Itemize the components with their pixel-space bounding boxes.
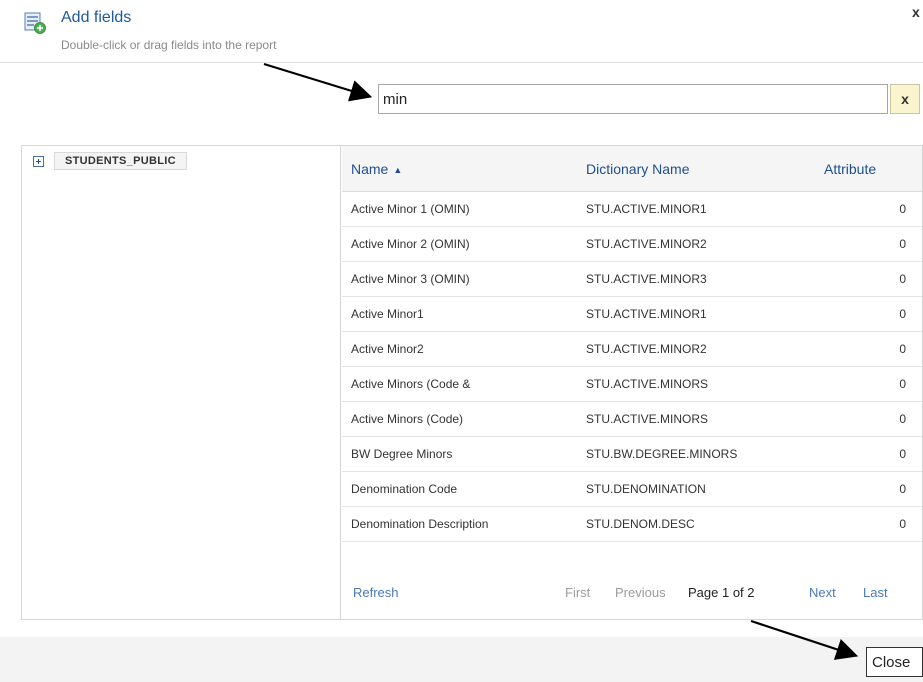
pager: Refresh First Previous Page 1 of 2 Next …	[342, 585, 922, 613]
table-row[interactable]: Active Minors (Code) STU.ACTIVE.MINORS 0	[342, 402, 922, 437]
cell-dictionary-name: STU.ACTIVE.MINOR1	[586, 307, 707, 321]
cell-dictionary-name: STU.BW.DEGREE.MINORS	[586, 447, 738, 461]
expand-plus-icon[interactable]	[33, 155, 44, 167]
arrow-to-search	[263, 62, 373, 102]
sort-ascending-icon: ▲	[393, 165, 403, 175]
table-row[interactable]: BW Degree Minors STU.BW.DEGREE.MINORS 0	[342, 437, 922, 472]
search-input[interactable]	[379, 85, 887, 113]
next-page-link[interactable]: Next	[809, 585, 836, 600]
cell-name: Active Minor 3 (OMIN)	[351, 272, 470, 286]
table-row[interactable]: Active Minors (Code & STU.ACTIVE.MINORS 0	[342, 367, 922, 402]
cell-name: Denomination Description	[351, 517, 489, 531]
tree-node-label[interactable]: STUDENTS_PUBLIC	[54, 152, 187, 170]
cell-name: Active Minor1	[351, 307, 424, 321]
grid-body: Active Minor 1 (OMIN) STU.ACTIVE.MINOR1 0 A…	[342, 192, 922, 542]
fields-grid: Name ▲ Dictionary Name Attribute Active M…	[342, 146, 922, 542]
cell-attribute: 0	[899, 447, 906, 461]
header-divider	[0, 62, 923, 63]
table-row[interactable]: Active Minor1 STU.ACTIVE.MINOR1 0	[342, 297, 922, 332]
cell-name: Active Minors (Code)	[351, 412, 464, 426]
table-row[interactable]: Active Minor 3 (OMIN) STU.ACTIVE.MINOR3 0	[342, 262, 922, 297]
cell-name: Active Minor2	[351, 342, 424, 356]
refresh-link[interactable]: Refresh	[353, 585, 399, 600]
tree-pane: STUDENTS_PUBLIC	[21, 145, 341, 620]
cell-attribute: 0	[899, 307, 906, 321]
close-button[interactable]: Close	[866, 647, 923, 677]
table-row[interactable]: Denomination Description STU.DENOM.DESC 0	[342, 507, 922, 542]
cell-name: Active Minor 1 (OMIN)	[351, 202, 470, 216]
table-row[interactable]: Active Minor 2 (OMIN) STU.ACTIVE.MINOR2 0	[342, 227, 922, 262]
column-header-dictionary-name[interactable]: Dictionary Name	[586, 161, 689, 177]
clear-search-button[interactable]: x	[890, 84, 920, 114]
cell-name: Denomination Code	[351, 482, 458, 496]
cell-dictionary-name: STU.ACTIVE.MINORS	[586, 377, 709, 391]
cell-attribute: 0	[899, 517, 906, 531]
cell-attribute: 0	[899, 272, 906, 286]
cell-dictionary-name: STU.ACTIVE.MINOR2	[586, 342, 707, 356]
first-page-link: First	[565, 585, 591, 600]
cell-dictionary-name: STU.ACTIVE.MINOR1	[586, 202, 707, 216]
dialog-subtitle: Double-click or drag fields into the rep…	[61, 38, 277, 52]
cell-name: BW Degree Minors	[351, 447, 453, 461]
cell-attribute: 0	[899, 202, 906, 216]
cell-attribute: 0	[899, 412, 906, 426]
previous-page-link: Previous	[615, 585, 666, 600]
cell-attribute: 0	[899, 482, 906, 496]
add-fields-icon	[24, 12, 46, 34]
page-info: Page 1 of 2	[688, 585, 755, 600]
cell-attribute: 0	[899, 377, 906, 391]
cell-name: Active Minor 2 (OMIN)	[351, 237, 470, 251]
table-row[interactable]: Active Minor 1 (OMIN) STU.ACTIVE.MINOR1 0	[342, 192, 922, 227]
cell-attribute: 0	[899, 237, 906, 251]
grid-header: Name ▲ Dictionary Name Attribute	[342, 146, 922, 192]
column-header-name[interactable]: Name ▲	[351, 161, 402, 177]
close-icon[interactable]: x	[912, 4, 920, 20]
column-header-attribute[interactable]: Attribute	[824, 161, 876, 177]
cell-dictionary-name: STU.ACTIVE.MINORS	[586, 412, 709, 426]
cell-dictionary-name: STU.ACTIVE.MINOR2	[586, 237, 707, 251]
last-page-link[interactable]: Last	[863, 585, 888, 600]
cell-dictionary-name: STU.ACTIVE.MINOR3	[586, 272, 707, 286]
tree-node-students-public[interactable]: STUDENTS_PUBLIC	[33, 152, 187, 170]
search-field	[378, 84, 888, 114]
table-row[interactable]: Active Minor2 STU.ACTIVE.MINOR2 0	[342, 332, 922, 367]
dialog-title: Add fields	[61, 9, 132, 26]
cell-dictionary-name: STU.DENOMINATION	[586, 482, 706, 496]
cell-dictionary-name: STU.DENOM.DESC	[586, 517, 695, 531]
cell-name: Active Minors (Code &	[351, 377, 471, 391]
dialog-footer	[0, 637, 923, 682]
table-row[interactable]: Denomination Code STU.DENOMINATION 0	[342, 472, 922, 507]
cell-attribute: 0	[899, 342, 906, 356]
